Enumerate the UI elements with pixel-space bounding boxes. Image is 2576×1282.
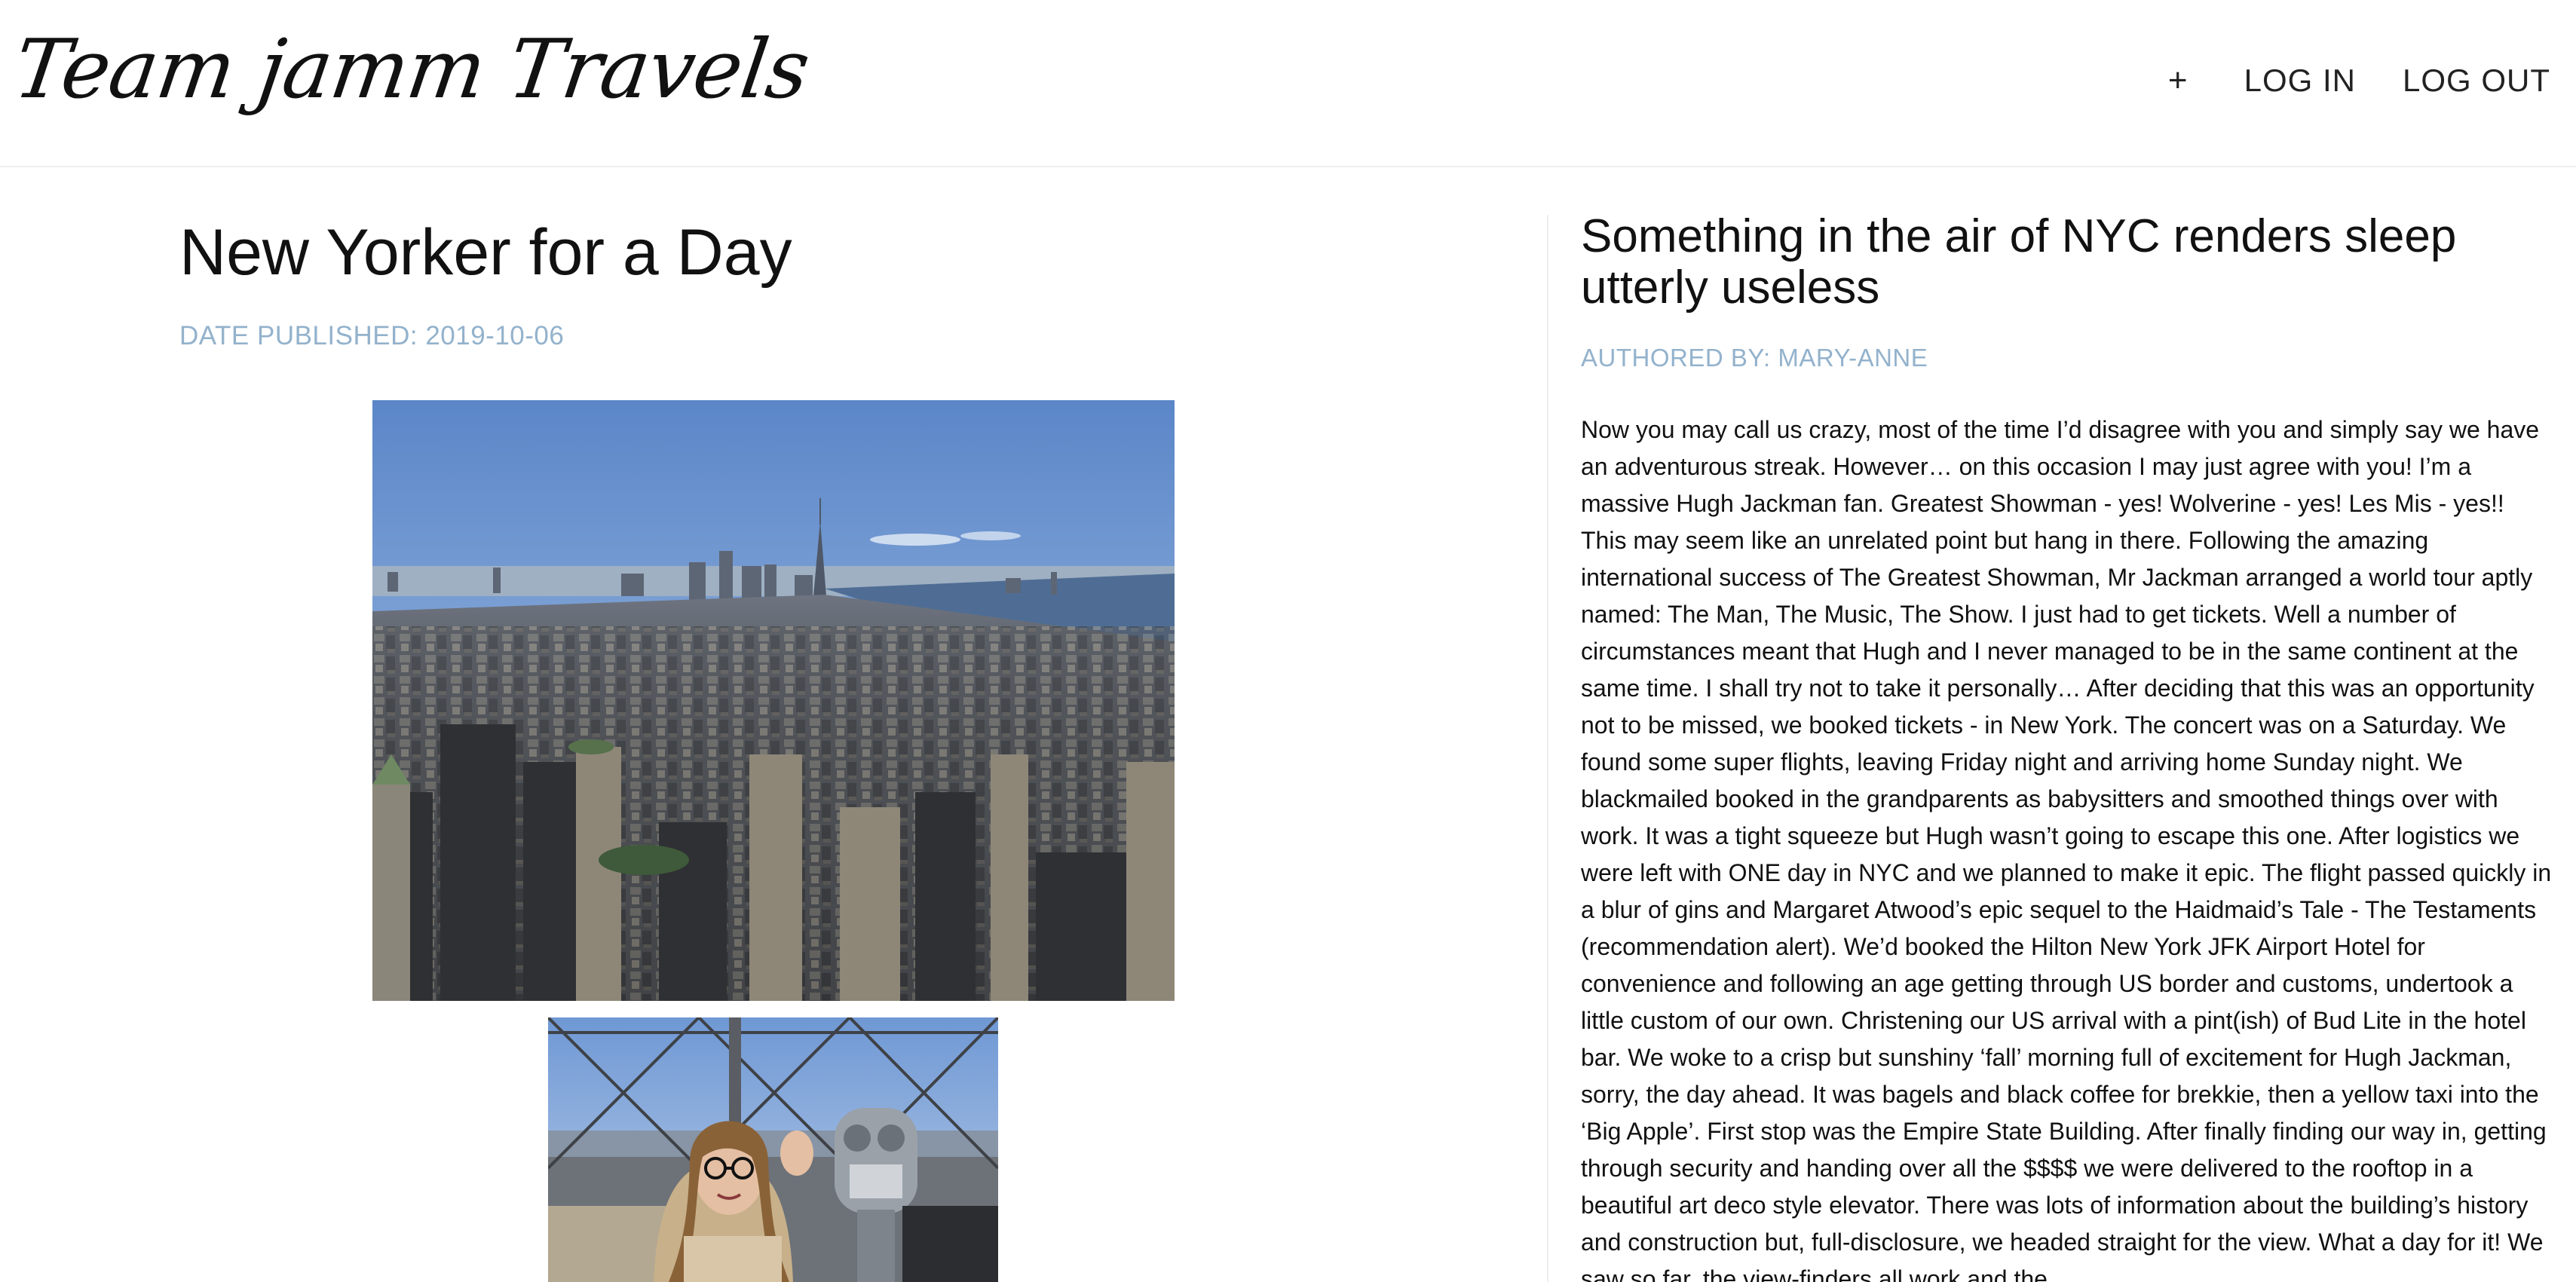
post-column: New Yorker for a Day DATE PUBLISHED: 201… — [0, 169, 1547, 1282]
login-link[interactable]: LOG IN — [2244, 63, 2356, 99]
skyline-image — [372, 400, 1175, 1001]
publish-date: DATE PUBLISHED: 2019-10-06 — [179, 321, 565, 350]
post-title: New Yorker for a Day — [179, 216, 792, 289]
top-navbar: Team jamm Travels + LOG IN LOG OUT — [0, 0, 2576, 167]
logout-link[interactable]: LOG OUT — [2403, 63, 2550, 99]
nyc-skyline-photo — [372, 400, 1175, 1001]
article-column: Something in the air of NYC renders slee… — [1581, 169, 2553, 1282]
observation-deck-photo — [548, 1017, 998, 1282]
article-title: Something in the air of NYC renders slee… — [1581, 210, 2457, 314]
add-post-button[interactable]: + — [2168, 62, 2189, 99]
article-body: Now you may call us crazy, most of the t… — [1581, 416, 2552, 1282]
site-logo[interactable]: Team jamm Travels — [8, 23, 814, 117]
article-author: AUTHORED BY: MARY-ANNE — [1581, 344, 1928, 372]
selfie-image — [548, 1017, 998, 1282]
column-divider — [1547, 215, 1548, 1282]
nav-links: + LOG IN LOG OUT — [2168, 62, 2550, 99]
